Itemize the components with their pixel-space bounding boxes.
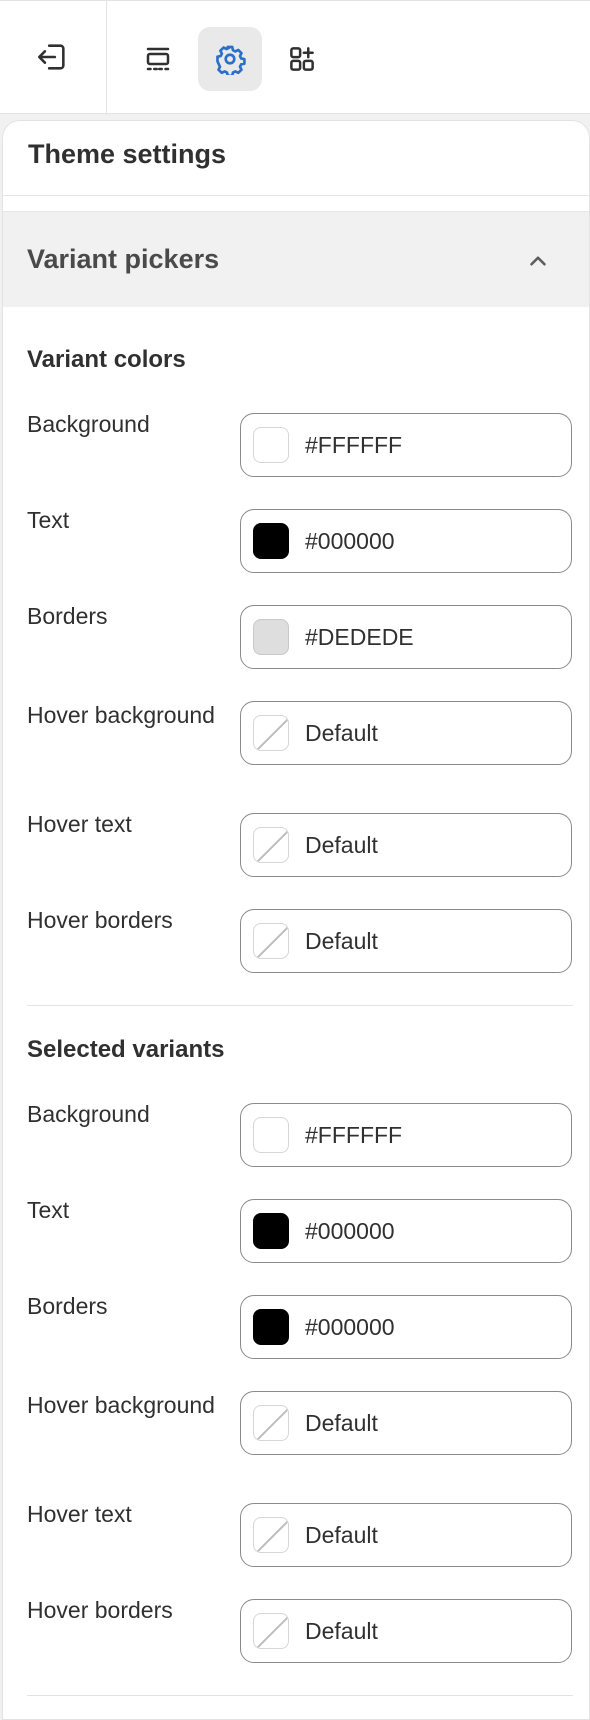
sections-icon (146, 47, 170, 71)
color-swatch (253, 523, 289, 559)
color-swatch-empty (253, 1405, 289, 1441)
row-label: Hover borders (27, 907, 173, 933)
settings-gear-icon (216, 45, 246, 75)
row-label: Hover text (27, 811, 132, 837)
section-header-variant-pickers[interactable]: Variant pickers (3, 211, 589, 307)
group-title-selected-variants: Selected variants (27, 1036, 225, 1063)
color-value: #FFFFFF (305, 431, 403, 458)
row-label: Hover background (27, 702, 215, 728)
apps-button[interactable] (270, 27, 334, 91)
color-swatch (253, 1117, 289, 1153)
color-picker-field[interactable]: Default (240, 813, 572, 877)
sections-button[interactable] (126, 27, 190, 91)
color-picker-field[interactable]: #000000 (240, 1199, 572, 1263)
top-toolbar (0, 0, 590, 115)
settings-panel: Theme settings Variant pickers Variant c… (2, 120, 590, 1720)
row-label: Borders (27, 1293, 108, 1319)
color-value: #FFFFFF (305, 1121, 403, 1148)
group-title-variant-colors: Variant colors (27, 346, 186, 373)
panel-title: Theme settings (28, 139, 227, 169)
color-picker-field[interactable]: #FFFFFF (240, 413, 572, 477)
row-label: Hover borders (27, 1597, 173, 1623)
color-picker-field[interactable]: Default (240, 1391, 572, 1455)
color-picker-field[interactable]: #000000 (240, 509, 572, 573)
color-picker-field[interactable]: Default (240, 1599, 572, 1663)
color-picker-field[interactable]: Default (240, 701, 572, 765)
settings-button[interactable] (198, 27, 262, 91)
toolbar-divider (106, 1, 107, 115)
color-swatch-empty (253, 1613, 289, 1649)
group-divider (27, 1005, 573, 1006)
row-label: Hover text (27, 1501, 132, 1527)
color-picker-field[interactable]: #FFFFFF (240, 1103, 572, 1167)
color-value: #000000 (305, 527, 395, 554)
color-swatch-empty (253, 827, 289, 863)
title-divider (3, 195, 589, 196)
color-picker-field[interactable]: #000000 (240, 1295, 572, 1359)
row-label: Background (27, 1101, 150, 1127)
color-value: Default (305, 1409, 378, 1436)
apps-add-icon (290, 47, 314, 71)
color-value: #DEDEDE (305, 623, 414, 650)
row-label: Borders (27, 603, 108, 629)
color-value: Default (305, 719, 378, 746)
color-picker-field[interactable]: Default (240, 1503, 572, 1567)
color-value: Default (305, 1617, 378, 1644)
color-value: #000000 (305, 1313, 395, 1340)
group-divider (27, 1695, 573, 1696)
color-value: #000000 (305, 1217, 395, 1244)
row-label: Text (27, 507, 70, 533)
row-label: Background (27, 411, 150, 437)
exit-button[interactable] (20, 25, 84, 89)
exit-icon (37, 44, 65, 70)
color-swatch-empty (253, 923, 289, 959)
section-title: Variant pickers (27, 244, 220, 274)
color-value: Default (305, 831, 378, 858)
color-picker-field[interactable]: Default (240, 909, 572, 973)
row-label: Text (27, 1197, 70, 1223)
color-value: Default (305, 1521, 378, 1548)
color-swatch (253, 1213, 289, 1249)
color-swatch (253, 619, 289, 655)
color-swatch (253, 427, 289, 463)
color-swatch-empty (253, 1517, 289, 1553)
chevron-up-icon (530, 256, 546, 266)
row-label: Hover background (27, 1392, 215, 1418)
color-swatch-empty (253, 715, 289, 751)
color-picker-field[interactable]: #DEDEDE (240, 605, 572, 669)
color-value: Default (305, 927, 378, 954)
color-swatch (253, 1309, 289, 1345)
